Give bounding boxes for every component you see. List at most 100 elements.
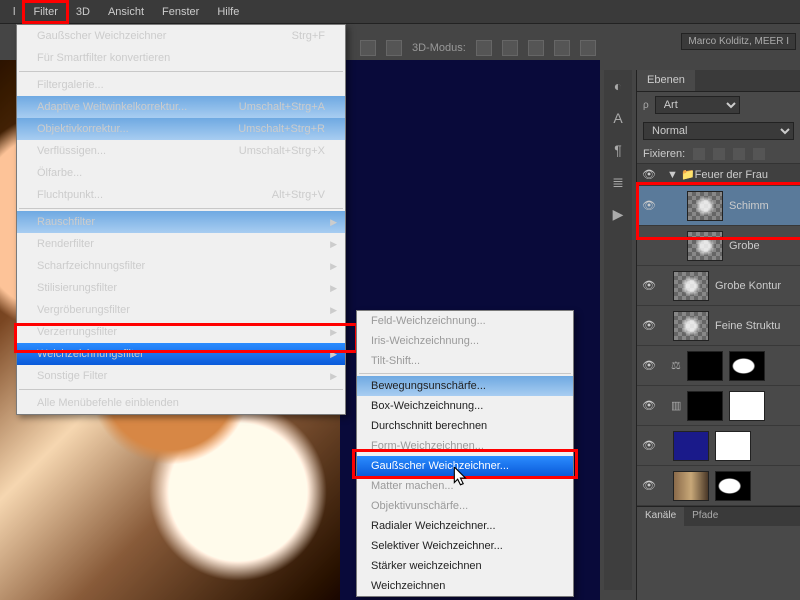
- menu-item[interactable]: Gaußscher WeichzeichnerStrg+F: [17, 25, 345, 47]
- submenu-item[interactable]: Stärker weichzeichnen: [357, 556, 573, 576]
- layer-row[interactable]: 👁 Feine Struktu: [637, 306, 800, 346]
- menu-item[interactable]: Renderfilter▶: [17, 233, 345, 255]
- layer-thumbnail: [673, 471, 709, 501]
- menu-item[interactable]: Vergröberungsfilter▶: [17, 299, 345, 321]
- menu-item-hilfe[interactable]: Hilfe: [208, 2, 248, 22]
- layer-filter-select[interactable]: Art: [655, 96, 740, 114]
- tool-icon[interactable]: ¶: [608, 142, 628, 162]
- visibility-icon[interactable]: 👁: [641, 319, 657, 332]
- submenu-item[interactable]: Gaußscher Weichzeichner...: [357, 456, 573, 476]
- panel-tabs: Ebenen: [637, 70, 800, 92]
- layer-row[interactable]: 👁: [637, 426, 800, 466]
- application-menubar: l Filter 3D Ansicht Fenster Hilfe: [0, 0, 800, 24]
- folder-name: Feuer der Frau: [695, 169, 768, 181]
- menu-item[interactable]: Weichzeichnungsfilter▶: [17, 343, 345, 365]
- layer-folder[interactable]: 👁 ▼ 📁 Feuer der Frau: [637, 164, 800, 186]
- tab-pfade[interactable]: Pfade: [684, 507, 726, 526]
- visibility-icon[interactable]: 👁: [641, 199, 657, 212]
- layers-list: 👁 ▼ 📁 Feuer der Frau 👁 Schimm Grobe 👁 Gr…: [637, 164, 800, 506]
- menu-item-0[interactable]: l: [4, 2, 24, 22]
- 3d-mode-icon[interactable]: [476, 40, 492, 56]
- menu-item-filter[interactable]: Filter: [24, 2, 66, 22]
- filter-icon[interactable]: [746, 99, 758, 111]
- tool-icon[interactable]: ≣: [608, 174, 628, 194]
- layer-row[interactable]: 👁 ▥: [637, 386, 800, 426]
- layer-thumbnail: [687, 391, 723, 421]
- layer-mask: [715, 431, 751, 461]
- layer-row[interactable]: 👁 Schimm: [637, 186, 800, 226]
- visibility-icon[interactable]: 👁: [641, 439, 657, 452]
- 3d-mode-label: 3D-Modus:: [412, 42, 466, 54]
- tab-kanaele[interactable]: Kanäle: [637, 507, 684, 526]
- menu-item[interactable]: Stilisierungsfilter▶: [17, 277, 345, 299]
- layer-name: Grobe: [729, 240, 760, 252]
- menu-item[interactable]: Scharfzeichnungsfilter▶: [17, 255, 345, 277]
- menu-item-ansicht[interactable]: Ansicht: [99, 2, 153, 22]
- submenu-item[interactable]: Radialer Weichzeichner...: [357, 516, 573, 536]
- submenu-item[interactable]: Box-Weichzeichnung...: [357, 396, 573, 416]
- tool-icon[interactable]: ◐: [608, 78, 628, 98]
- tool-icon[interactable]: ▶: [608, 206, 628, 226]
- lock-label: Fixieren:: [643, 148, 685, 160]
- layer-thumbnail: [687, 231, 723, 261]
- menu-item: Verzerrungsfilter▶: [17, 321, 345, 343]
- lock-transparent-icon[interactable]: [693, 148, 705, 160]
- visibility-icon[interactable]: 👁: [641, 359, 657, 372]
- visibility-icon[interactable]: 👁: [641, 279, 657, 292]
- submenu-item: Tilt-Shift...: [357, 351, 573, 371]
- menu-item: Fluchtpunkt...Alt+Strg+V: [17, 184, 345, 206]
- tab-ebenen[interactable]: Ebenen: [637, 70, 695, 91]
- lock-position-icon[interactable]: [733, 148, 745, 160]
- layer-thumbnail: [673, 431, 709, 461]
- right-panels: Ebenen ρ Art Normal Fixieren: 👁 ▼ 📁 Feue…: [636, 70, 800, 600]
- visibility-icon[interactable]: 👁: [641, 399, 657, 412]
- submenu-item: Feld-Weichzeichnung...: [357, 311, 573, 331]
- 3d-mode-icon[interactable]: [580, 40, 596, 56]
- layer-row[interactable]: 👁: [637, 466, 800, 506]
- menu-item-fenster[interactable]: Fenster: [153, 2, 208, 22]
- tool-icon[interactable]: A: [608, 110, 628, 130]
- visibility-icon[interactable]: 👁: [641, 479, 657, 492]
- menu-item[interactable]: Sonstige Filter▶: [17, 365, 345, 387]
- blend-mode-select[interactable]: Normal: [643, 122, 794, 140]
- user-badge[interactable]: Marco Kolditz, MEER I: [681, 33, 796, 50]
- 3d-mode-icon[interactable]: [502, 40, 518, 56]
- layer-mask: [715, 471, 751, 501]
- menu-item[interactable]: Ölfarbe...: [17, 162, 345, 184]
- layer-row[interactable]: Grobe: [637, 226, 800, 266]
- visibility-icon[interactable]: 👁: [641, 168, 657, 181]
- menu-item[interactable]: Alle Menübefehle einblenden: [17, 392, 345, 414]
- layer-row[interactable]: 👁 ⚖: [637, 346, 800, 386]
- submenu-item[interactable]: Selektiver Weichzeichner...: [357, 536, 573, 556]
- weichzeichnung-submenu: Feld-Weichzeichnung...Iris-Weichzeichnun…: [356, 310, 574, 597]
- menu-item[interactable]: Rauschfilter▶: [17, 211, 345, 233]
- submenu-item: Matter machen...: [357, 476, 573, 496]
- right-mini-toolbar: ◐ A ¶ ≣ ▶: [604, 70, 632, 590]
- lock-row: Fixieren:: [637, 144, 800, 164]
- menu-item-3d[interactable]: 3D: [67, 2, 99, 22]
- menu-item[interactable]: Objektivkorrektur...Umschalt+Strg+R: [17, 118, 345, 140]
- options-icon[interactable]: [360, 40, 376, 56]
- layer-mask: [729, 351, 765, 381]
- submenu-item: Form-Weichzeichnen...: [357, 436, 573, 456]
- layer-name: Schimm: [729, 200, 769, 212]
- submenu-item: Objektivunschärfe...: [357, 496, 573, 516]
- filter-dropdown-menu: Gaußscher WeichzeichnerStrg+FFür Smartfi…: [16, 24, 346, 415]
- menu-item[interactable]: Filtergalerie...: [17, 74, 345, 96]
- panel-bottom-tabs: Kanäle Pfade: [637, 506, 800, 526]
- lock-pixels-icon[interactable]: [713, 148, 725, 160]
- layer-name: Feine Struktu: [715, 320, 780, 332]
- menu-item[interactable]: Adaptive Weitwinkelkorrektur...Umschalt+…: [17, 96, 345, 118]
- submenu-item: Iris-Weichzeichnung...: [357, 331, 573, 351]
- filter-icon[interactable]: [764, 99, 776, 111]
- 3d-mode-icon[interactable]: [554, 40, 570, 56]
- layer-row[interactable]: 👁 Grobe Kontur: [637, 266, 800, 306]
- submenu-item[interactable]: Bewegungsunschärfe...: [357, 376, 573, 396]
- submenu-item[interactable]: Weichzeichnen: [357, 576, 573, 596]
- filter-icon[interactable]: [782, 99, 794, 111]
- 3d-mode-icon[interactable]: [528, 40, 544, 56]
- submenu-item[interactable]: Durchschnitt berechnen: [357, 416, 573, 436]
- lock-all-icon[interactable]: [753, 148, 765, 160]
- options-icon[interactable]: [386, 40, 402, 56]
- menu-item: Für Smartfilter konvertieren: [17, 47, 345, 69]
